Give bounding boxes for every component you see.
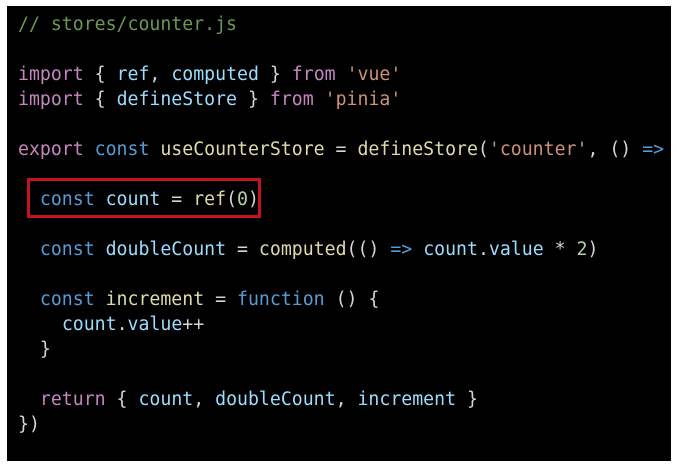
code-token: from (269, 89, 314, 110)
code-token: value (127, 314, 183, 335)
code-token: () { (324, 289, 380, 310)
code-token: ( (226, 189, 238, 210)
code-token: , (149, 64, 172, 85)
code-token: * (543, 239, 577, 260)
code-line: const count = ref(0) (18, 187, 677, 212)
code-token: doubleCount (105, 239, 227, 260)
code-line: const increment = function () { (18, 287, 677, 312)
code-token: } (18, 339, 51, 360)
code-token: => (390, 239, 413, 260)
code-token: // stores/counter.js (18, 14, 237, 35)
code-token: }) (18, 414, 40, 435)
code-token: = (204, 289, 238, 310)
code-token: 'pinia' (324, 89, 402, 110)
code-token: = (324, 139, 358, 160)
code-token: ) (247, 189, 259, 210)
code-token: count (423, 239, 478, 260)
code-token: 'vue' (346, 64, 402, 85)
code-token: doubleCount (215, 389, 336, 410)
code-token: defineStore (116, 89, 238, 110)
code-token: useCounterStore (160, 139, 325, 160)
code-token: const (39, 239, 95, 260)
code-token: , (193, 389, 216, 410)
code-token: { (83, 64, 117, 85)
code-token: { (664, 139, 677, 160)
code-token: } (237, 89, 270, 110)
code-token: count (61, 314, 117, 335)
code-token: 'counter' (488, 139, 588, 160)
code-token: (() (346, 239, 391, 260)
code-token: , (335, 389, 358, 410)
code-token: , () (587, 139, 643, 160)
code-token: 2 (576, 239, 588, 260)
code-token: value (488, 239, 544, 260)
code-line: import { ref, computed } from 'vue' (18, 62, 677, 87)
code-token: defineStore (357, 139, 478, 160)
code-line: export const useCounterStore = defineSto… (18, 137, 677, 162)
code-token: from (291, 64, 336, 85)
code-line: // stores/counter.js (18, 12, 677, 37)
code-token: . (116, 314, 128, 335)
code-line: }) (18, 412, 677, 437)
code-token: = (226, 239, 259, 260)
code-token: increment (357, 389, 457, 410)
code-line: const doubleCount = computed(() => count… (18, 237, 677, 262)
code-line: return { count, doubleCount, increment } (18, 387, 677, 412)
code-token: return (39, 389, 106, 410)
code-token: . (477, 239, 489, 260)
code-token: const (39, 189, 95, 210)
code-token: export (18, 139, 84, 160)
code-token: ) (587, 239, 599, 260)
code-token: => (642, 139, 665, 160)
code-token: { (105, 389, 139, 410)
code-token: 0 (237, 189, 248, 210)
code-token: count (138, 389, 194, 410)
code-token: ++ (182, 314, 205, 335)
code-token: ref (116, 64, 150, 85)
code-token: function (237, 289, 325, 310)
code-token: ( (477, 139, 489, 160)
code-block: // stores/counter.js import { ref, compu… (18, 12, 677, 437)
code-panel: // stores/counter.js import { ref, compu… (7, 6, 677, 461)
code-token: { (83, 89, 117, 110)
code-line: count.value++ (18, 312, 677, 337)
code-token: = (160, 189, 194, 210)
code-token: count (105, 189, 161, 210)
code-token: import (18, 89, 84, 110)
code-token: import (18, 64, 84, 85)
code-token: const (94, 139, 150, 160)
code-token: } (456, 389, 478, 410)
code-token: increment (105, 289, 205, 310)
code-line: } (18, 337, 677, 362)
code-token: const (39, 289, 95, 310)
code-token: computed (171, 64, 259, 85)
code-token: computed (258, 239, 347, 260)
code-token: } (258, 64, 292, 85)
code-line: import { defineStore } from 'pinia' (18, 87, 677, 112)
code-token: ref (193, 189, 227, 210)
